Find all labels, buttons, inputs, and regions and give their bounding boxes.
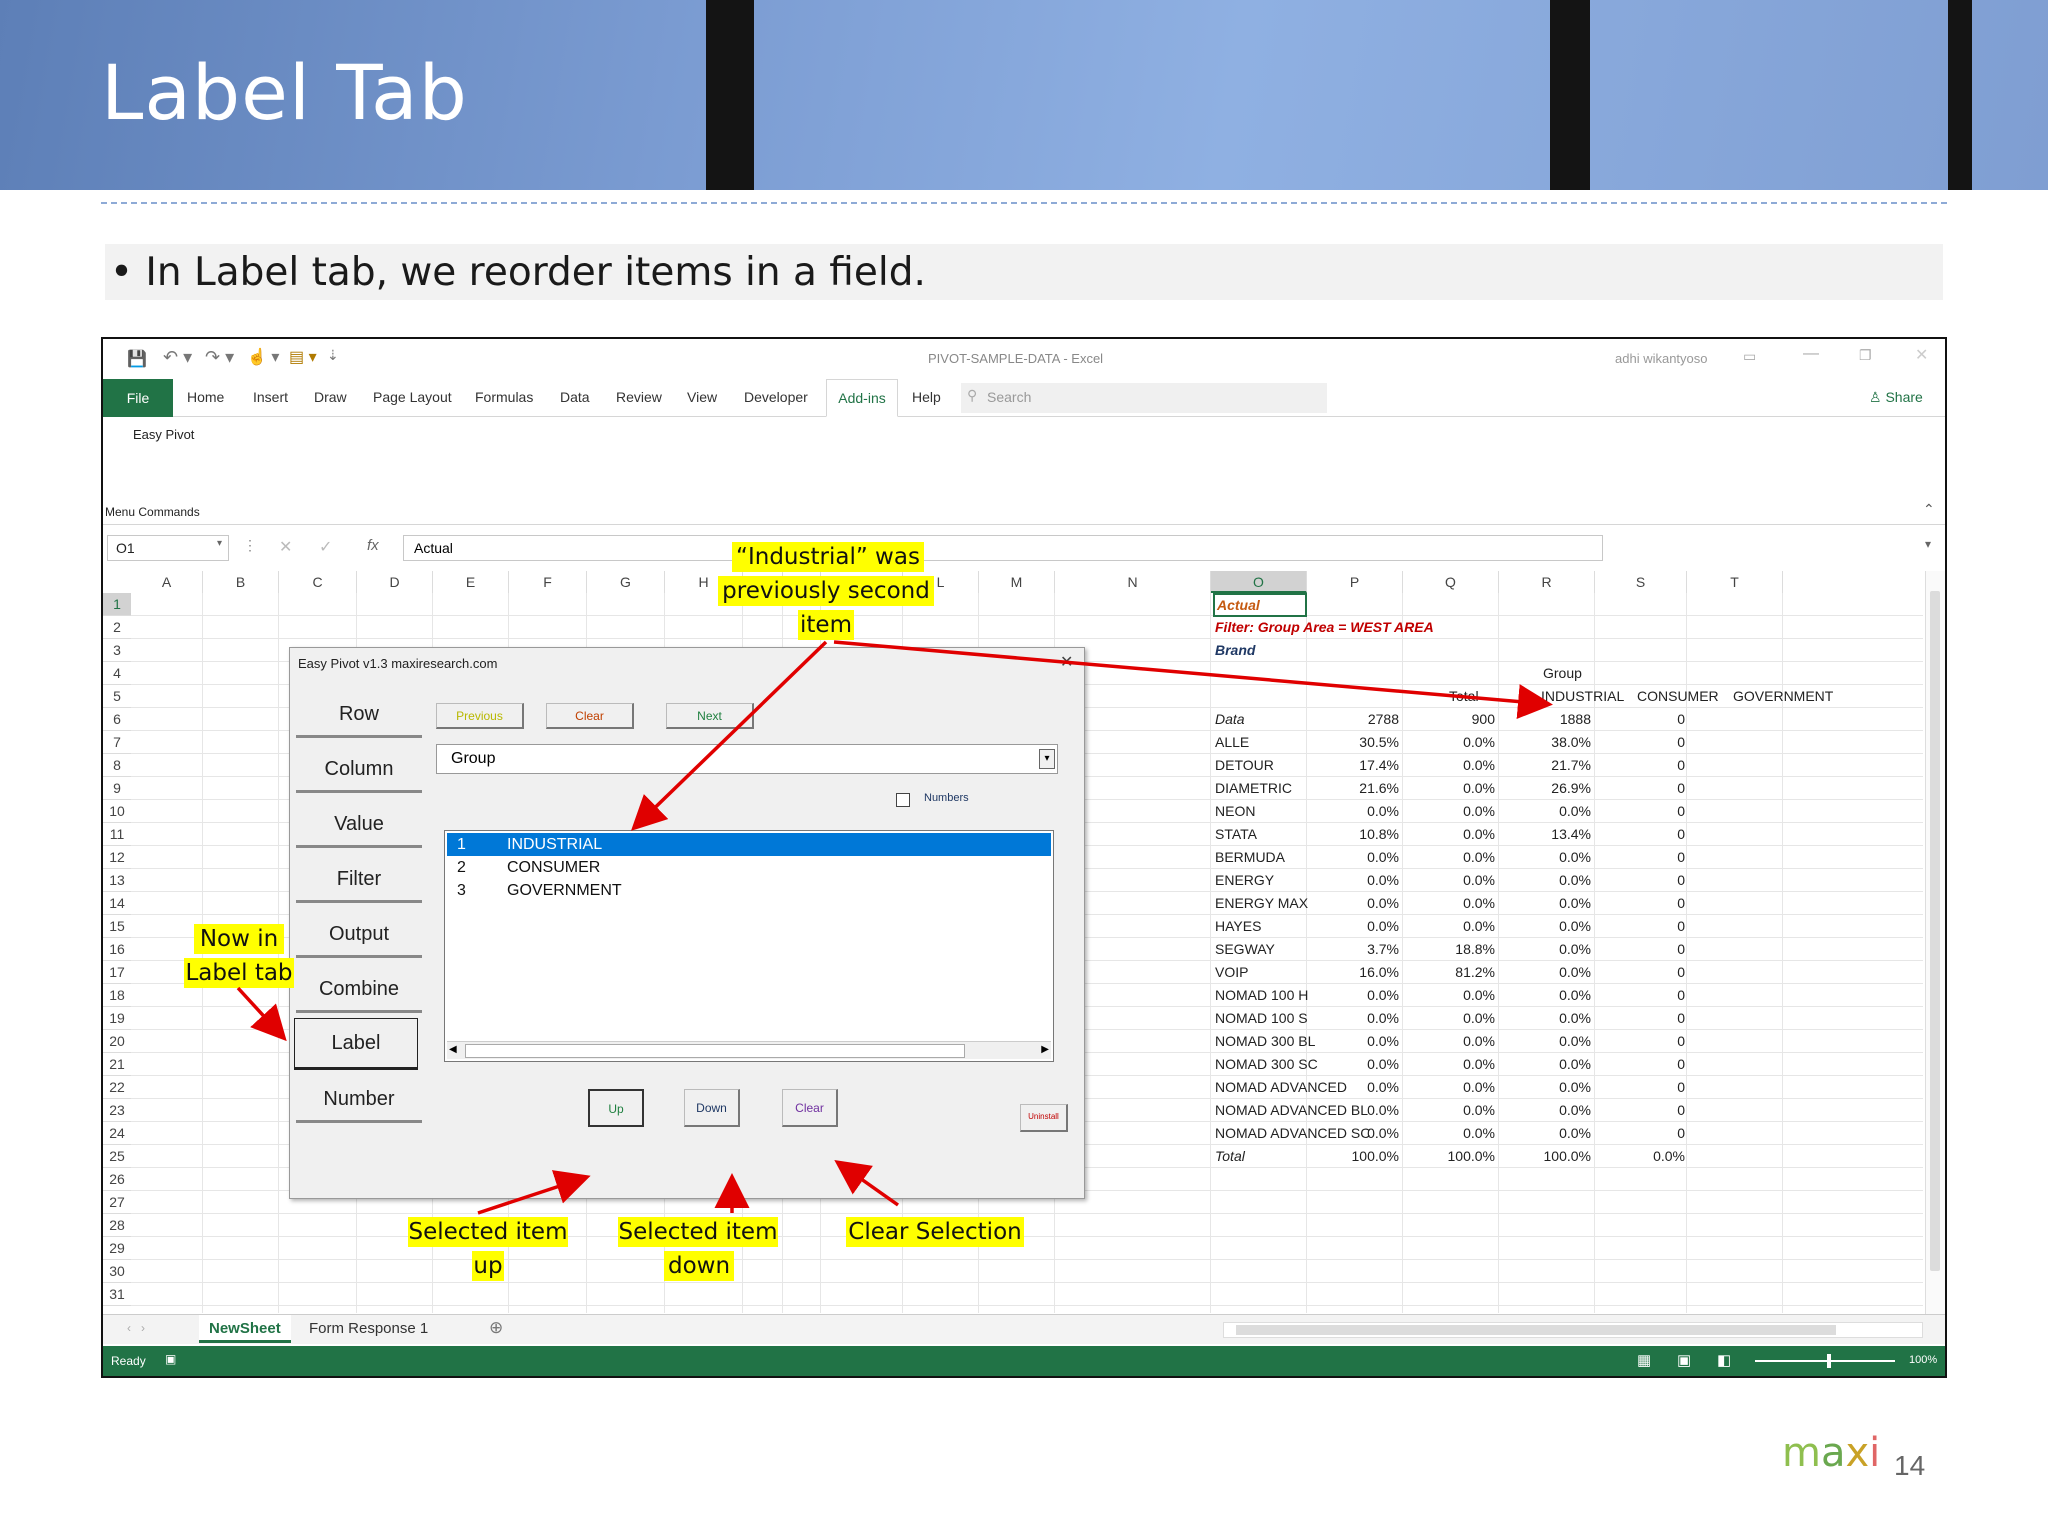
annotation-arrows (236, 640, 1553, 1215)
arrow-to-clear (834, 1159, 900, 1207)
maxi-logo: maxi (1782, 1430, 1881, 1476)
arrow-to-industrial (833, 640, 1553, 720)
arrow-to-list (630, 640, 828, 831)
page-number: 14 (1894, 1450, 1926, 1481)
arrow-to-label-tab (236, 986, 287, 1042)
arrow-to-up (477, 1170, 591, 1215)
